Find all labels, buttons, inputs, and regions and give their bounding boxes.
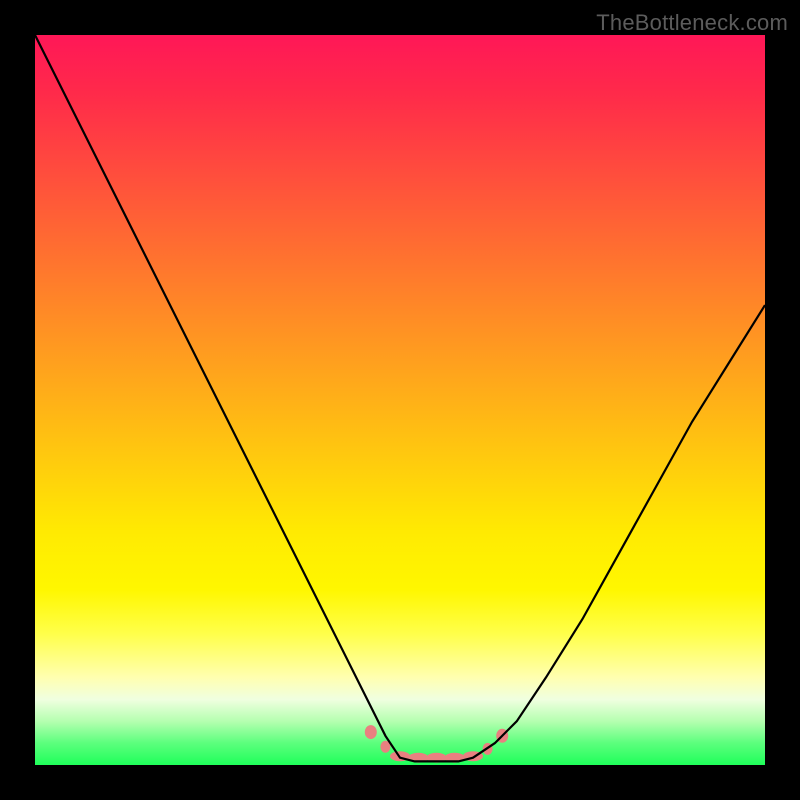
highlight-blob (365, 725, 377, 739)
chart-svg (35, 35, 765, 765)
watermark-text: TheBottleneck.com (596, 10, 788, 36)
bottleneck-curve (35, 35, 765, 761)
highlight-markers (365, 725, 508, 763)
chart-frame: TheBottleneck.com (0, 0, 800, 800)
plot-area (35, 35, 765, 765)
